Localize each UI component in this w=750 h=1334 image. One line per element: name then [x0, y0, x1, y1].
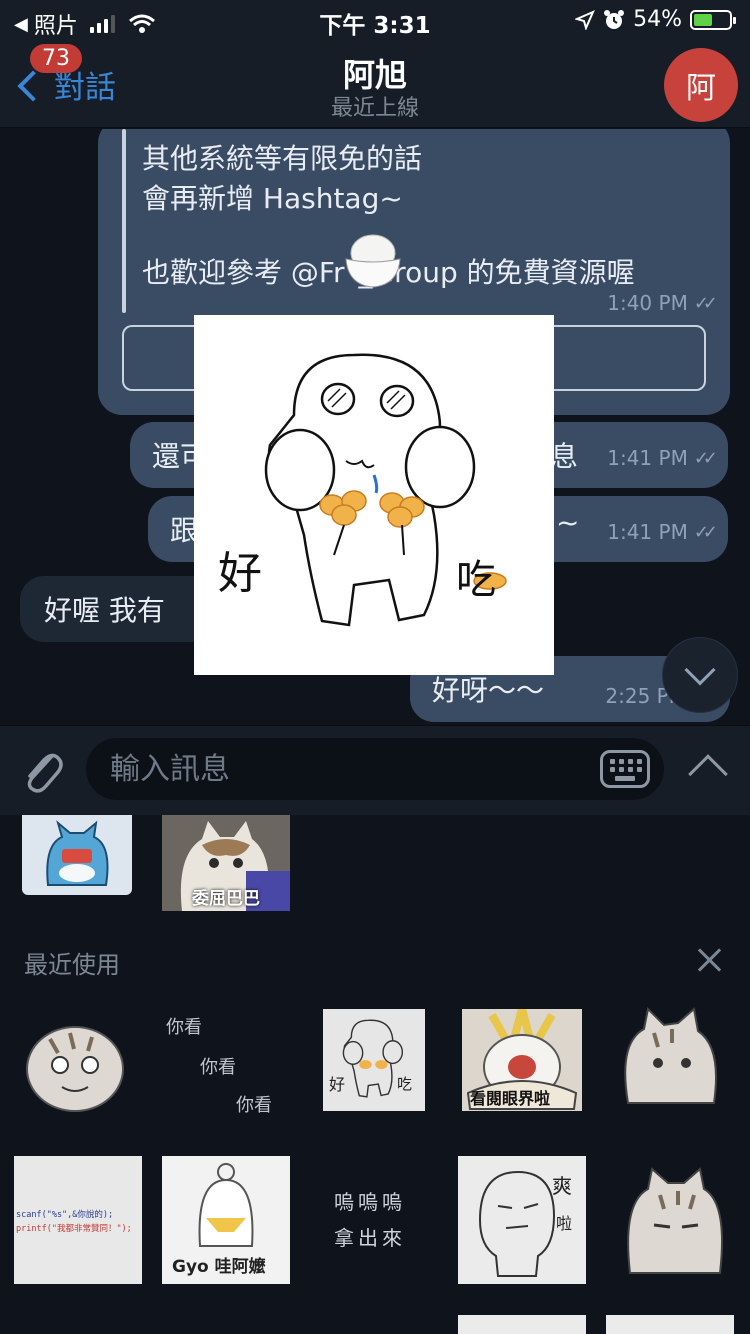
close-icon[interactable] — [696, 947, 722, 973]
sticker-blue-cat — [46, 820, 109, 886]
sticker-text: 啦 — [556, 1214, 573, 1233]
message-time: 1:41 PM — [607, 446, 688, 470]
read-ticks-icon: ✓✓ — [693, 521, 718, 543]
sticker-item[interactable] — [20, 1009, 130, 1119]
sticker-caption: 委屈巴巴 — [192, 889, 260, 909]
status-bar: ◀ 照片 下午 3:31 54% — [0, 0, 750, 40]
sticker-item[interactable]: 你看 你看 你看 — [160, 1009, 290, 1119]
sticker-text: 你看 — [200, 1057, 236, 1078]
chat-subtitle: 最近上線 — [330, 96, 419, 121]
alarm-icon — [604, 9, 625, 29]
battery-icon — [690, 9, 736, 30]
sticker-item[interactable] — [22, 815, 132, 895]
scroll-down-button[interactable] — [662, 637, 738, 713]
sticker-item[interactable] — [606, 1315, 734, 1334]
sticker-text: 拿出來 — [334, 1226, 406, 1250]
message-text-tail: 息 — [550, 440, 579, 473]
message-list[interactable]: 其他系統等有限免的話 會再新增 Hashtag~ 也歡迎參考 @Fr _Grou… — [0, 129, 750, 725]
sticker-item[interactable] — [458, 1315, 586, 1334]
message-line: 其他系統等有限免的話 — [142, 142, 423, 175]
sticker-item[interactable]: 看閱眼界啦 — [462, 1009, 582, 1111]
sticker-tabby-cat-grumpy — [627, 1167, 723, 1274]
message-text-tail: ~ — [556, 506, 580, 539]
message-meta: 1:40 PM ✓✓ — [607, 291, 718, 315]
message-text: 好喔 我有 — [44, 594, 165, 627]
sticker-item[interactable]: Gyo 哇阿嬤 — [162, 1156, 290, 1284]
message-meta: 1:41 PM ✓✓ — [607, 446, 718, 470]
message-input[interactable] — [110, 738, 590, 800]
message-time: 1:40 PM — [607, 291, 688, 315]
sticker-text: 你看 — [236, 1095, 272, 1116]
sticker-text: 嗚嗚嗚 — [334, 1190, 406, 1214]
keyboard-icon[interactable] — [600, 750, 650, 788]
section-title: 最近使用 — [24, 951, 120, 979]
sticker-code-line: scanf("%s",&你說的); — [16, 1210, 114, 1220]
message-line: 會再新增 Hashtag~ — [142, 182, 403, 215]
chevron-up-icon[interactable] — [688, 754, 728, 794]
sticker-item[interactable]: 委屈巴巴 — [162, 815, 290, 911]
sticker-eating-character — [264, 353, 507, 627]
message-field[interactable] — [86, 738, 664, 800]
sticker-item[interactable] — [620, 1163, 730, 1283]
sticker-tabby-cat-side — [624, 1006, 717, 1104]
sticker-item[interactable]: 好 吃 — [323, 1009, 425, 1111]
sticker-panel: 委屈巴巴 最近使用 你看 你看 你看 好 吃 看閱眼界啦 scanf("%s",… — [0, 815, 750, 1334]
sticker-preview[interactable]: 好 吃 — [194, 315, 554, 675]
sticker-text: 吃 — [397, 1075, 413, 1093]
sticker-eating-character-small — [342, 1019, 404, 1098]
sticker-text: 爽 — [552, 1174, 572, 1198]
chat-header: 對話 73 阿旭 最近上線 阿 — [0, 40, 750, 128]
sticker-item[interactable]: scanf("%s",&你說的); printf("我都非常贊同！"); — [14, 1156, 142, 1284]
sticker-item[interactable] — [614, 1003, 724, 1119]
quote-bar — [122, 129, 126, 313]
sticker-text: 你看 — [166, 1017, 202, 1038]
sticker-text: 看閱眼界啦 — [470, 1089, 551, 1108]
battery-percent: 54% — [633, 7, 682, 32]
sticker-code-line: printf("我都非常贊同！"); — [16, 1224, 132, 1234]
sticker-item[interactable]: 嗚嗚嗚 拿出來 — [310, 1156, 438, 1284]
sticker-text-right: 吃 — [456, 557, 496, 603]
sticker-text: 好 — [329, 1075, 346, 1094]
message-time: 1:41 PM — [607, 520, 688, 544]
sticker-tabby-cat — [26, 1026, 124, 1112]
read-ticks-icon: ✓✓ — [693, 292, 718, 314]
read-ticks-icon: ✓✓ — [693, 447, 718, 469]
location-icon — [575, 9, 596, 30]
attachment-icon[interactable] — [20, 746, 64, 796]
sticker-item[interactable]: 爽 啦 — [458, 1156, 586, 1284]
sticker-text-left: 好 — [218, 548, 262, 599]
chevron-down-icon — [684, 654, 716, 686]
message-input-bar — [0, 725, 750, 815]
sticker-text: Gyo 哇阿嬤 — [172, 1257, 266, 1277]
message-meta: 1:41 PM ✓✓ — [607, 520, 718, 544]
avatar[interactable]: 阿 — [664, 48, 738, 122]
rice-bowl-emoji-icon — [345, 234, 401, 288]
